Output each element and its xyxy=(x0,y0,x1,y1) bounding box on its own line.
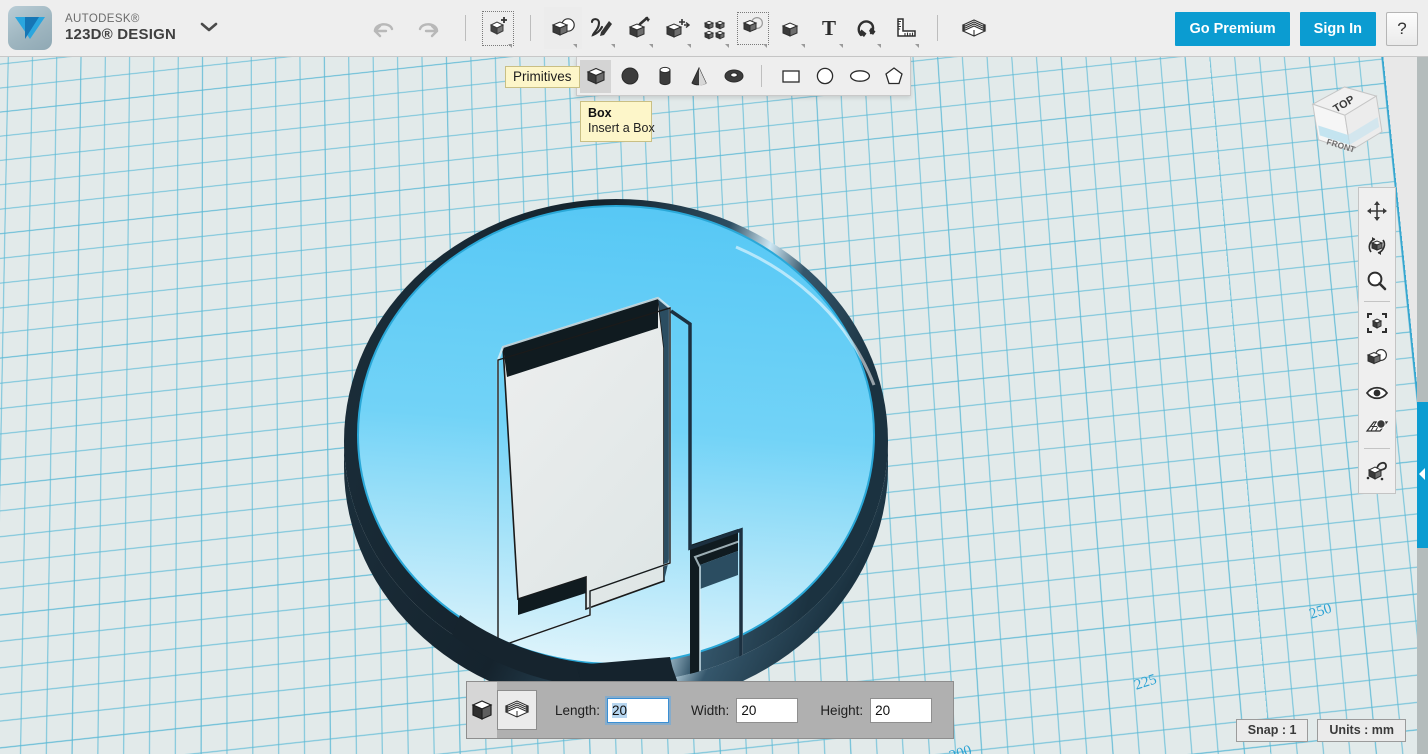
material-icon[interactable] xyxy=(951,7,997,49)
units-status-chip[interactable]: Units : mm xyxy=(1317,719,1406,742)
nav-divider xyxy=(1364,301,1390,302)
height-label: Height: xyxy=(820,703,863,718)
3d-viewport[interactable]: 250 225 200 xyxy=(0,57,1428,754)
transform-icon[interactable] xyxy=(479,7,517,49)
collapse-panel-tab[interactable] xyxy=(1417,402,1428,548)
box-primitive-button[interactable] xyxy=(580,60,611,93)
tooltip-description: Insert a Box xyxy=(588,121,644,135)
sketch-icon[interactable] xyxy=(582,7,620,49)
grid-snap-icon[interactable] xyxy=(1359,410,1395,445)
height-field[interactable] xyxy=(870,698,932,723)
redo-icon[interactable] xyxy=(406,7,452,49)
box-icon xyxy=(467,682,497,738)
brand-line-product: 123D® DESIGN xyxy=(65,27,176,43)
orbit-icon[interactable] xyxy=(1359,228,1395,263)
brand-line-autodesk: AUTODESK® xyxy=(65,13,176,25)
brand-block[interactable]: AUTODESK® 123D® DESIGN xyxy=(8,6,218,50)
tooltip-title: Box xyxy=(588,106,644,120)
length-label: Length: xyxy=(555,703,600,718)
construct-icon[interactable] xyxy=(620,7,658,49)
snap-icon[interactable] xyxy=(848,7,886,49)
snap-status-chip[interactable]: Snap : 1 xyxy=(1236,719,1309,742)
triangle-left-icon xyxy=(1419,468,1425,480)
model-extruded-disc-with-slot[interactable] xyxy=(340,195,892,707)
primitives-icon[interactable] xyxy=(544,7,582,49)
dimension-fields: Length: Width: Height: xyxy=(537,698,954,723)
app-root: AUTODESK® 123D® DESIGN xyxy=(0,0,1428,754)
primitives-separator xyxy=(761,65,762,87)
pan-icon[interactable] xyxy=(1359,193,1395,228)
chevron-down-icon[interactable] xyxy=(200,6,218,50)
material-swatch-icon[interactable] xyxy=(497,690,537,730)
app-header: AUTODESK® 123D® DESIGN xyxy=(0,0,1428,57)
ellipse-shape-button[interactable] xyxy=(844,60,875,93)
primitives-label-tag: Primitives xyxy=(505,66,580,88)
svg-text:T: T xyxy=(822,16,836,40)
fit-icon[interactable] xyxy=(1359,305,1395,340)
material-pick-icon[interactable] xyxy=(1359,452,1395,487)
combine-icon[interactable] xyxy=(772,7,810,49)
undo-icon[interactable] xyxy=(360,7,406,49)
display-mode-icon[interactable] xyxy=(1359,340,1395,375)
polygon-shape-button[interactable] xyxy=(879,60,910,93)
cone-primitive-button[interactable] xyxy=(683,60,714,93)
toolbar-separator xyxy=(937,15,938,41)
command-bar: Length: Width: Height: xyxy=(466,681,954,739)
sign-in-button[interactable]: Sign In xyxy=(1300,12,1376,46)
grouping-icon[interactable] xyxy=(734,7,772,49)
nav-divider xyxy=(1364,448,1390,449)
torus-primitive-button[interactable] xyxy=(718,60,749,93)
sphere-primitive-button[interactable] xyxy=(614,60,645,93)
visibility-eye-icon[interactable] xyxy=(1359,375,1395,410)
width-field[interactable] xyxy=(736,698,798,723)
zoom-icon[interactable] xyxy=(1359,263,1395,298)
measure-icon[interactable] xyxy=(886,7,924,49)
cylinder-primitive-button[interactable] xyxy=(649,60,680,93)
status-bar: Snap : 1 Units : mm xyxy=(1236,719,1406,742)
box-tooltip: Box Insert a Box xyxy=(580,101,652,142)
toolbar-separator xyxy=(465,15,466,41)
rectangle-shape-button[interactable] xyxy=(775,60,806,93)
brand-text: AUTODESK® 123D® DESIGN xyxy=(65,13,176,43)
width-label: Width: xyxy=(691,703,729,718)
header-actions: Go Premium Sign In ? xyxy=(1175,12,1418,46)
circle-shape-button[interactable] xyxy=(810,60,841,93)
main-toolbar: T xyxy=(360,0,997,56)
modify-icon[interactable] xyxy=(658,7,696,49)
length-field[interactable] xyxy=(607,698,669,723)
help-icon[interactable]: ? xyxy=(1386,12,1418,46)
autodesk-logo-icon xyxy=(8,6,52,50)
text-icon[interactable]: T xyxy=(810,7,848,49)
command-material-slot xyxy=(497,682,537,738)
navigation-toolbar xyxy=(1358,187,1396,494)
view-cube[interactable]: TOP FRONT xyxy=(1304,77,1390,167)
toolbar-separator xyxy=(530,15,531,41)
pattern-icon[interactable] xyxy=(696,7,734,49)
go-premium-button[interactable]: Go Premium xyxy=(1175,12,1289,46)
primitives-dropdown-panel xyxy=(576,57,911,96)
